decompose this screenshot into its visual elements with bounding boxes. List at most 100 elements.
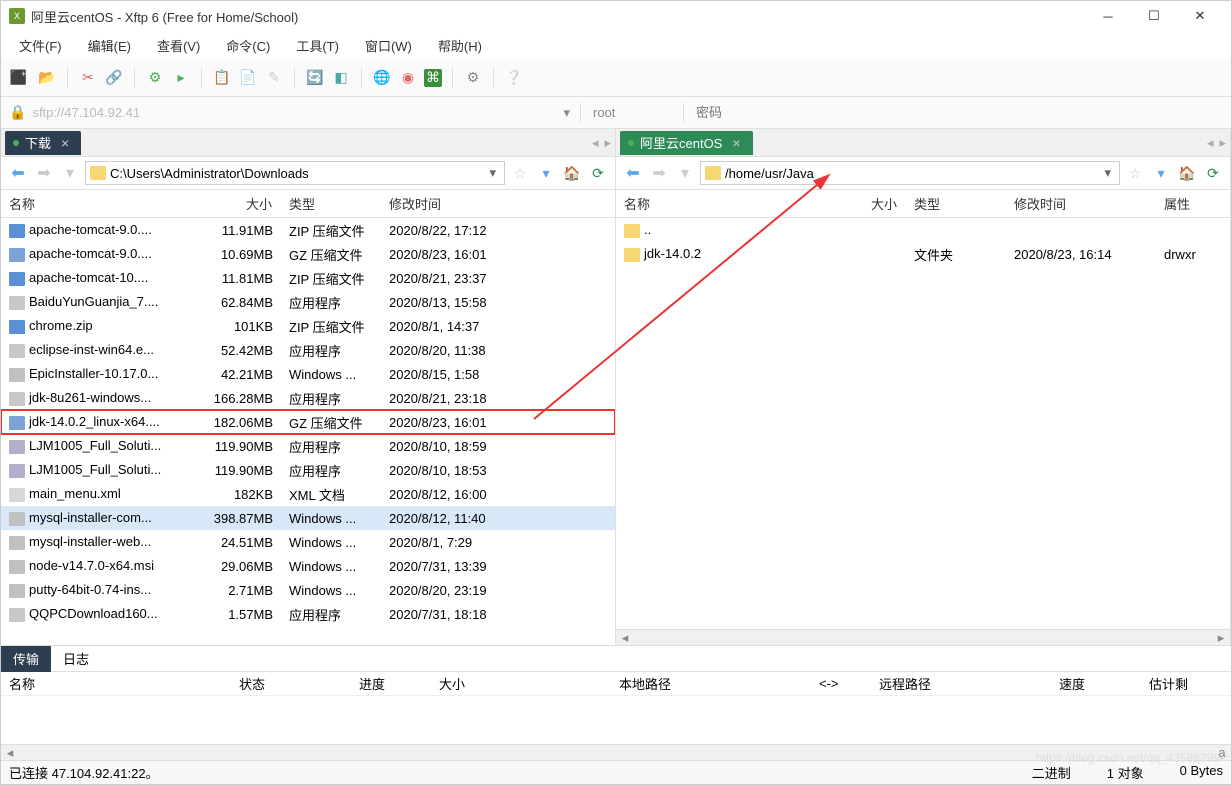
local-file-list[interactable]: apache-tomcat-9.0....11.91MBZIP 压缩文件2020…: [1, 218, 615, 645]
dd-icon[interactable]: ▾: [535, 162, 557, 184]
file-row[interactable]: putty-64bit-0.74-ins...2.71MBWindows ...…: [1, 578, 615, 602]
local-tab[interactable]: 下载 ×: [5, 131, 81, 155]
remote-hscroll[interactable]: ◂ ▸: [616, 629, 1230, 645]
menu-edit[interactable]: 编辑(E): [82, 32, 137, 59]
new-session-icon[interactable]: ⬛+: [11, 68, 31, 88]
col-size[interactable]: 大小: [191, 194, 281, 213]
file-row[interactable]: eclipse-inst-win64.e...52.42MB应用程序2020/8…: [1, 338, 615, 362]
transfer-hscroll[interactable]: ◂ ạ: [1, 744, 1231, 760]
menu-view[interactable]: 查看(V): [151, 32, 206, 59]
globe-icon[interactable]: 🌐: [372, 68, 392, 88]
minimize-button[interactable]: ─: [1085, 1, 1131, 31]
help-icon[interactable]: ❔: [504, 68, 524, 88]
tcol-local[interactable]: 本地路径: [611, 674, 811, 693]
file-row[interactable]: LJM1005_Full_Soluti...119.90MB应用程序2020/8…: [1, 458, 615, 482]
refresh-icon[interactable]: ⟳: [1202, 162, 1224, 184]
menu-command[interactable]: 命令(C): [220, 32, 276, 59]
home-icon[interactable]: 🏠: [1176, 162, 1198, 184]
close-button[interactable]: ✕: [1177, 1, 1223, 31]
dd-icon[interactable]: ▾: [1150, 162, 1172, 184]
address-input[interactable]: [32, 105, 553, 120]
col-size[interactable]: 大小: [846, 194, 906, 213]
paste-icon[interactable]: 📋: [212, 68, 232, 88]
chevron-down-icon[interactable]: ▾: [485, 165, 500, 181]
maximize-button[interactable]: ☐: [1131, 1, 1177, 31]
forward-icon[interactable]: ➡: [648, 162, 670, 184]
tab-next-icon[interactable]: ▸: [1219, 135, 1226, 151]
open-icon[interactable]: 📂: [37, 68, 57, 88]
tcol-status[interactable]: 状态: [231, 674, 351, 693]
remote-path-box[interactable]: /home/usr/Java ▾: [700, 161, 1120, 185]
tcol-size[interactable]: 大小: [431, 674, 611, 693]
col-type[interactable]: 类型: [281, 194, 381, 213]
scroll-left-icon[interactable]: ◂: [616, 630, 634, 645]
tab-next-icon[interactable]: ▸: [604, 135, 611, 151]
file-row[interactable]: apache-tomcat-9.0....10.69MBGZ 压缩文件2020/…: [1, 242, 615, 266]
remote-file-list[interactable]: ..jdk-14.0.2文件夹2020/8/23, 16:14drwxr: [616, 218, 1230, 629]
tcol-speed[interactable]: 速度: [1051, 674, 1141, 693]
log-tab[interactable]: 日志: [51, 646, 101, 672]
reconnect-icon[interactable]: 🔗: [104, 68, 124, 88]
sync-icon[interactable]: 🔄: [305, 68, 325, 88]
forward-icon[interactable]: ➡: [33, 162, 55, 184]
chevron-down-icon[interactable]: ▾: [1100, 165, 1115, 181]
copy-icon[interactable]: 📄: [238, 68, 258, 88]
tcol-progress[interactable]: 进度: [351, 674, 431, 693]
file-row[interactable]: ..: [616, 218, 1230, 242]
menu-tools[interactable]: 工具(T): [290, 32, 345, 59]
tcol-eta[interactable]: 估计剩: [1141, 674, 1231, 693]
local-path-box[interactable]: C:\Users\Administrator\Downloads ▾: [85, 161, 505, 185]
home-icon[interactable]: 🏠: [561, 162, 583, 184]
file-row[interactable]: node-v14.7.0-x64.msi29.06MBWindows ...20…: [1, 554, 615, 578]
password-input[interactable]: [690, 105, 1223, 120]
back-icon[interactable]: ⬅: [7, 162, 29, 184]
tcol-dir[interactable]: <->: [811, 676, 871, 691]
transfer-tab[interactable]: 传输: [1, 646, 51, 672]
newfile-icon[interactable]: ▸: [171, 68, 191, 88]
file-row[interactable]: apache-tomcat-9.0....11.91MBZIP 压缩文件2020…: [1, 218, 615, 242]
file-row[interactable]: BaiduYunGuanjia_7....62.84MB应用程序2020/8/1…: [1, 290, 615, 314]
file-row[interactable]: mysql-installer-com...398.87MBWindows ..…: [1, 506, 615, 530]
up-icon[interactable]: ▾: [674, 162, 696, 184]
file-row[interactable]: main_menu.xml182KBXML 文档2020/8/12, 16:00: [1, 482, 615, 506]
file-row[interactable]: apache-tomcat-10....11.81MBZIP 压缩文件2020/…: [1, 266, 615, 290]
close-icon[interactable]: ×: [732, 135, 740, 151]
tab-prev-icon[interactable]: ◂: [592, 135, 599, 151]
compare-icon[interactable]: ◧: [331, 68, 351, 88]
tab-prev-icon[interactable]: ◂: [1207, 135, 1214, 151]
col-name[interactable]: 名称: [1, 194, 191, 213]
col-attr[interactable]: 属性: [1156, 194, 1230, 213]
file-row[interactable]: mysql-installer-web...24.51MBWindows ...…: [1, 530, 615, 554]
swirl-icon[interactable]: ◉: [398, 68, 418, 88]
scroll-left-icon[interactable]: ◂: [1, 745, 19, 760]
options-icon[interactable]: ⚙: [463, 68, 483, 88]
properties-icon[interactable]: ⚙: [145, 68, 165, 88]
file-row[interactable]: QQPCDownload160...1.57MB应用程序2020/7/31, 1…: [1, 602, 615, 626]
disconnect-icon[interactable]: ✂: [78, 68, 98, 88]
up-icon[interactable]: ▾: [59, 162, 81, 184]
tcol-name[interactable]: 名称: [1, 674, 231, 693]
edit-icon[interactable]: ✎: [264, 68, 284, 88]
scroll-right-icon[interactable]: ▸: [1212, 630, 1230, 645]
col-type[interactable]: 类型: [906, 194, 1006, 213]
file-row[interactable]: jdk-14.0.2文件夹2020/8/23, 16:14drwxr: [616, 242, 1230, 266]
back-icon[interactable]: ⬅: [622, 162, 644, 184]
scroll-right-icon[interactable]: ạ: [1213, 745, 1231, 760]
file-row[interactable]: chrome.zip101KBZIP 压缩文件2020/8/1, 14:37: [1, 314, 615, 338]
file-row[interactable]: jdk-14.0.2_linux-x64....182.06MBGZ 压缩文件2…: [1, 410, 615, 434]
menu-window[interactable]: 窗口(W): [359, 32, 418, 59]
menu-help[interactable]: 帮助(H): [432, 32, 488, 59]
col-name[interactable]: 名称: [616, 194, 846, 213]
file-row[interactable]: LJM1005_Full_Soluti...119.90MB应用程序2020/8…: [1, 434, 615, 458]
menu-file[interactable]: 文件(F): [13, 32, 68, 59]
shell-icon[interactable]: ⌘: [424, 69, 442, 87]
close-icon[interactable]: ×: [61, 135, 69, 151]
refresh-icon[interactable]: ⟳: [587, 162, 609, 184]
bookmark-icon[interactable]: ☆: [1124, 162, 1146, 184]
col-mtime[interactable]: 修改时间: [381, 194, 615, 213]
file-row[interactable]: jdk-8u261-windows...166.28MB应用程序2020/8/2…: [1, 386, 615, 410]
col-mtime[interactable]: 修改时间: [1006, 194, 1156, 213]
bookmark-icon[interactable]: ☆: [509, 162, 531, 184]
remote-tab[interactable]: 阿里云centOS ×: [620, 131, 753, 155]
file-row[interactable]: EpicInstaller-10.17.0...42.21MBWindows .…: [1, 362, 615, 386]
